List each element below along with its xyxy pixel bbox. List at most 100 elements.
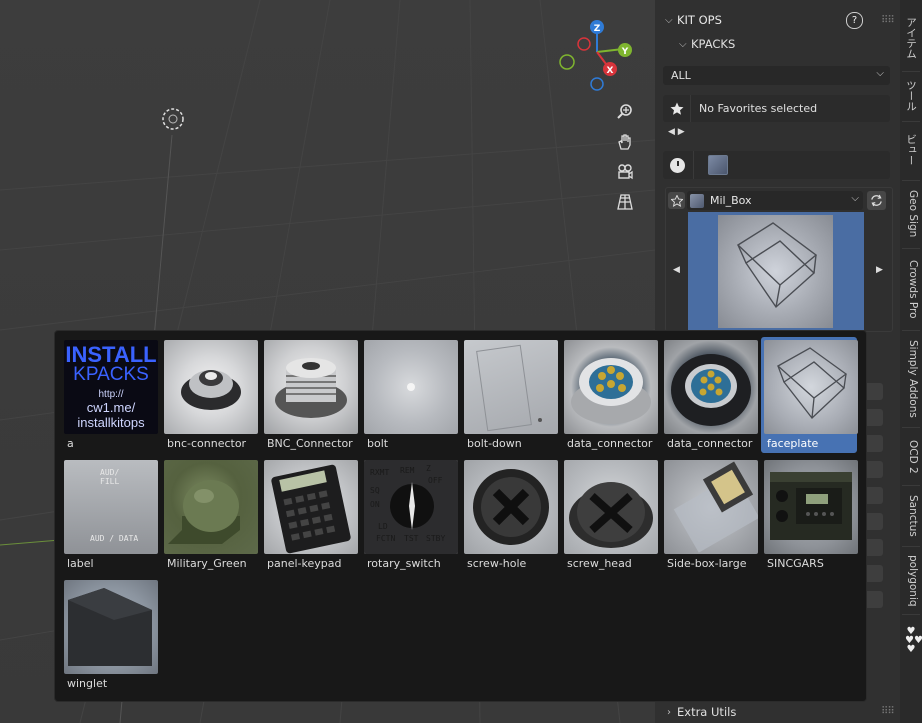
asset-tile[interactable]: SINCGARS xyxy=(761,457,858,573)
refresh-button[interactable] xyxy=(867,191,886,210)
divider xyxy=(690,95,691,122)
sidebar-tab[interactable]: OCD 2 xyxy=(903,432,919,482)
asset-preview-box: Mil_Box ⌵ ◀ ▶ xyxy=(665,187,893,332)
svg-text:Z: Z xyxy=(594,24,601,34)
asset-thumbnail: INSTALL KPACKS http://cw1.me/installkitops xyxy=(64,340,158,434)
asset-tile[interactable]: Side-box-large xyxy=(661,457,758,573)
asset-thumbnail: RXMT REM OFF SQ ON LD FCTN TST STBY Z xyxy=(364,460,458,554)
sidebar-tab[interactable]: ツール xyxy=(903,73,919,118)
favorite-toggle-button[interactable] xyxy=(668,192,685,209)
previous-asset-arrow-icon[interactable]: ◀ xyxy=(673,265,680,275)
help-button[interactable]: ? xyxy=(846,12,863,29)
install-banner-text: http:// xyxy=(98,388,124,400)
chevron-down-icon: ⌵ xyxy=(679,38,687,50)
extra-utils-header[interactable]: › Extra Utils xyxy=(667,705,736,719)
asset-tile[interactable]: bolt-down xyxy=(461,337,558,453)
favorites-row[interactable]: No Favorites selected xyxy=(663,95,890,122)
asset-label: BNC_Connector xyxy=(267,437,353,450)
asset-thumbnail xyxy=(164,460,258,554)
asset-thumbnail xyxy=(364,340,458,434)
asset-thumbnail xyxy=(764,340,858,434)
asset-label: SINCGARS xyxy=(767,557,824,570)
asset-tile[interactable]: bolt xyxy=(361,337,458,453)
tab-divider xyxy=(902,485,920,486)
asset-tile[interactable]: AUD/ FILL AUD / DATA label xyxy=(61,457,158,573)
sidebar-tab[interactable]: ビュー xyxy=(903,122,919,177)
asset-tile[interactable]: Military_Green xyxy=(161,457,258,573)
tab-divider xyxy=(902,614,920,615)
tab-divider xyxy=(902,427,920,428)
chevron-right-icon: › xyxy=(667,706,671,718)
asset-tile[interactable]: panel-keypad xyxy=(261,457,358,573)
camera-button[interactable] xyxy=(611,158,639,186)
asset-selector-dropdown[interactable]: Mil_Box ⌵ xyxy=(687,191,863,210)
asset-tile[interactable]: screw_head xyxy=(561,457,658,573)
sidebar-tab[interactable]: Geo Sign xyxy=(903,183,919,245)
asset-label: screw-hole xyxy=(467,557,527,570)
pan-button[interactable] xyxy=(611,128,639,156)
svg-text:Y: Y xyxy=(621,47,629,57)
zoom-button[interactable] xyxy=(611,98,639,126)
hand-icon xyxy=(618,134,631,150)
dial-label-text: RXMT xyxy=(370,468,390,477)
hearts-icon[interactable]: ♥ ♥♥ ♥ xyxy=(905,627,922,655)
asset-thumbnail xyxy=(664,460,758,554)
asset-tile[interactable]: data_connector xyxy=(661,337,758,453)
asset-preview-header: Mil_Box ⌵ xyxy=(668,191,890,210)
asset-tile[interactable]: winglet xyxy=(61,577,158,693)
asset-tile[interactable]: faceplate xyxy=(761,337,858,453)
recent-row[interactable] xyxy=(663,151,890,179)
sidebar-tab[interactable]: Sanctus xyxy=(903,488,919,543)
asset-preview-large[interactable] xyxy=(688,212,864,330)
sidebar-tab[interactable]: Crowds Pro xyxy=(903,252,919,327)
tab-divider xyxy=(902,330,920,331)
asset-thumbnail xyxy=(664,340,758,434)
kitops-panel-header[interactable]: ⌵ KIT OPS ? ⠿⠿ xyxy=(655,8,900,32)
asset-thumbnail xyxy=(764,460,858,554)
asset-label: bolt xyxy=(367,437,389,450)
asset-thumbnail xyxy=(64,580,158,674)
asset-label: bnc-connector xyxy=(167,437,247,450)
tab-divider xyxy=(902,546,920,547)
tab-divider xyxy=(902,71,920,72)
next-asset-arrow-icon[interactable]: ▶ xyxy=(876,265,883,275)
asset-preview-image xyxy=(718,215,833,328)
asset-label: bolt-down xyxy=(467,437,522,450)
asset-tile[interactable]: bnc-connector xyxy=(161,337,258,453)
asset-label: faceplate xyxy=(767,437,819,450)
dial-label-text: REM xyxy=(400,466,415,475)
asset-label: data_connector xyxy=(667,437,753,450)
asset-tile[interactable]: INSTALL KPACKS http://cw1.me/installkitops… xyxy=(61,337,158,453)
dial-label-text: FCTN xyxy=(376,534,396,543)
asset-label: Side-box-large xyxy=(667,557,747,570)
sidebar-tab[interactable]: polygoniq xyxy=(903,551,919,611)
asset-tile[interactable]: data_connector xyxy=(561,337,658,453)
tab-divider xyxy=(902,248,920,249)
install-banner-text: installkitops xyxy=(77,414,145,430)
install-banner-text: cw1.me/ xyxy=(86,399,136,415)
grid-perspective-icon xyxy=(617,194,633,210)
dropdown-value: ALL xyxy=(671,69,691,82)
svg-text:X: X xyxy=(607,66,614,76)
sidebar-tab[interactable]: アイテム xyxy=(903,8,919,68)
dial-label-text: TST xyxy=(404,534,419,543)
panel-title: KIT OPS xyxy=(677,13,722,27)
kpacks-subpanel-header[interactable]: ⌵ KPACKS xyxy=(679,37,735,51)
navigation-gizmo[interactable]: Z Y X xyxy=(555,15,640,100)
chevron-down-icon: ⌵ xyxy=(851,193,859,204)
asset-tile[interactable]: screw-hole xyxy=(461,457,558,573)
recent-thumbnail[interactable] xyxy=(708,155,728,175)
asset-label: label xyxy=(67,557,94,570)
sidebar-tab[interactable]: Simply Addons xyxy=(903,334,919,424)
kpack-filter-dropdown[interactable]: ALL ⌵ xyxy=(663,66,890,85)
asset-thumbnail: AUD/ FILL AUD / DATA xyxy=(64,460,158,554)
favorites-nav-arrows[interactable]: ◀ ▶ xyxy=(668,127,685,137)
perspective-toggle-button[interactable] xyxy=(611,188,639,216)
drag-handle-icon[interactable]: ⠿⠿ xyxy=(881,706,895,717)
extra-utils-title: Extra Utils xyxy=(677,705,737,719)
asset-thumbnail xyxy=(564,460,658,554)
drag-handle-icon[interactable]: ⠿⠿ xyxy=(881,15,895,26)
asset-tile[interactable]: BNC_Connector xyxy=(261,337,358,453)
asset-browser-popup: INSTALL KPACKS http://cw1.me/installkitops… xyxy=(54,330,867,702)
asset-tile[interactable]: RXMT REM OFF SQ ON LD FCTN TST STBY Zrotary_switc… xyxy=(361,457,458,573)
